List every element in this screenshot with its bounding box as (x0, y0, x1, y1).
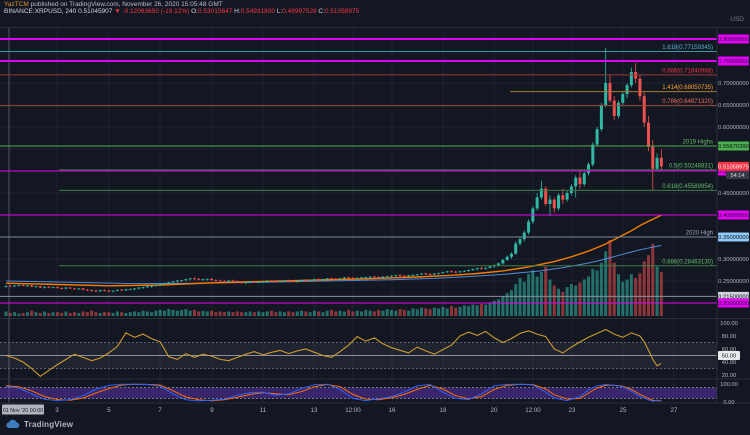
first-bar-date-label: 01 Nov '20 00:00 (2, 405, 44, 415)
svg-text:54:14: 54:14 (731, 173, 745, 179)
svg-text:20: 20 (491, 407, 498, 414)
svg-text:25: 25 (620, 407, 627, 414)
svg-text:100.00: 100.00 (720, 382, 738, 388)
tradingview-logo[interactable]: TradingView (6, 419, 73, 429)
axis-currency-label[interactable]: USD (730, 16, 744, 23)
volume-bars (5, 240, 663, 316)
svg-text:18: 18 (440, 407, 447, 414)
last-price: 0.51045907 (78, 8, 112, 15)
svg-text:9: 9 (210, 407, 214, 414)
symbol-label[interactable]: BINANCE:XRPUSD, 240 (4, 8, 76, 15)
open-value: 0.53015647 (198, 8, 232, 15)
svg-text:0.51058975: 0.51058975 (718, 165, 749, 171)
svg-text:12:00: 12:00 (525, 407, 541, 414)
svg-text:01 Nov '20 00:00: 01 Nov '20 00:00 (3, 408, 44, 414)
svg-text:1.618(0.77159345): 1.618(0.77159345) (662, 45, 713, 51)
svg-text:50.00: 50.00 (722, 354, 737, 360)
tradingview-logo-text: TradingView (24, 420, 73, 429)
price-axis[interactable]: 0.70000000 0.65000000 0.60000000 0.45000000… (718, 35, 749, 407)
svg-text:27: 27 (671, 407, 678, 414)
bar-close-countdown: 54:14 (726, 171, 749, 179)
time-axis[interactable]: 3 5 7 9 11 13 12:00 16 18 20 12:00 23 25 27 01 Nov '20… (2, 405, 678, 415)
svg-text:12:00: 12:00 (345, 407, 361, 414)
svg-text:0.55676390: 0.55676390 (718, 144, 749, 150)
svg-text:0.886(0.28463130): 0.886(0.28463130) (662, 259, 713, 265)
tradingview-snapshot: YazTCM published on TradingView.com, Nov… (0, 0, 750, 435)
level-labels: 1.618(0.77159345) 0.886(0.71840968) 1.414(… (662, 45, 713, 265)
svg-text:80.00: 80.00 (722, 334, 737, 340)
svg-text:0.00: 0.00 (723, 400, 734, 406)
moving-averages (6, 215, 661, 286)
svg-text:0.25000000: 0.25000000 (718, 279, 749, 285)
current-price-label: 0.51058975 (718, 162, 749, 171)
svg-text:0.70000000: 0.70000000 (718, 81, 749, 87)
tradingview-cloud-icon (6, 419, 20, 429)
svg-text:0.5(0.50248831): 0.5(0.50248831) (669, 163, 713, 169)
svg-text:0.75000000: 0.75000000 (718, 59, 749, 65)
publish-line: YazTCM published on TradingView.com, Nov… (4, 1, 359, 8)
svg-text:0.886(0.71840968): 0.886(0.71840968) (662, 68, 713, 74)
publish-info: published on TradingView.com, November 2… (29, 1, 223, 8)
svg-text:0.80000000: 0.80000000 (718, 37, 749, 43)
svg-text:0.20000000: 0.20000000 (718, 301, 749, 307)
price-change: ▼ -0.12063650 (-19.12%) (114, 8, 189, 15)
svg-text:0.65000000: 0.65000000 (718, 103, 749, 109)
svg-text:0.786(0.64871320): 0.786(0.64871320) (662, 99, 713, 105)
svg-text:2020 High: 2020 High (686, 231, 713, 237)
low-value: 0.49997528 (282, 8, 316, 15)
svg-text:40.00: 40.00 (722, 360, 737, 366)
chart-header: YazTCM published on TradingView.com, Nov… (4, 1, 359, 15)
svg-text:3: 3 (55, 407, 59, 414)
indicator-bands (0, 343, 717, 399)
svg-text:100.00: 100.00 (720, 321, 738, 327)
high-value: 0.54931800 (241, 8, 275, 15)
svg-text:13: 13 (311, 407, 318, 414)
svg-text:1.414(0.68050735): 1.414(0.68050735) (662, 85, 713, 91)
svg-text:2019 Highs: 2019 Highs (683, 140, 713, 146)
svg-text:20.00: 20.00 (722, 373, 737, 379)
svg-text:11: 11 (260, 407, 267, 414)
svg-text:16: 16 (389, 407, 396, 414)
svg-text:7: 7 (158, 407, 162, 414)
open-label: O: (191, 8, 198, 15)
svg-text:0.60000000: 0.60000000 (718, 125, 749, 131)
svg-text:0.618(0.45589954): 0.618(0.45589954) (662, 184, 713, 190)
author-name: YazTCM (4, 1, 29, 8)
close-value: 0.51058975 (325, 8, 359, 15)
svg-text:0.30000000: 0.30000000 (718, 257, 749, 263)
svg-text:0.40000000: 0.40000000 (718, 213, 749, 219)
svg-text:0.45000000: 0.45000000 (718, 191, 749, 197)
svg-text:23: 23 (569, 407, 576, 414)
svg-text:5: 5 (107, 407, 111, 414)
chart-canvas[interactable]: 1.618(0.77159345) 0.886(0.71840968) 1.414(… (0, 0, 750, 435)
symbol-line: BINANCE:XRPUSD, 240 0.51045907 ▼ -0.1206… (4, 8, 359, 15)
svg-text:0.35000000: 0.35000000 (718, 235, 749, 241)
